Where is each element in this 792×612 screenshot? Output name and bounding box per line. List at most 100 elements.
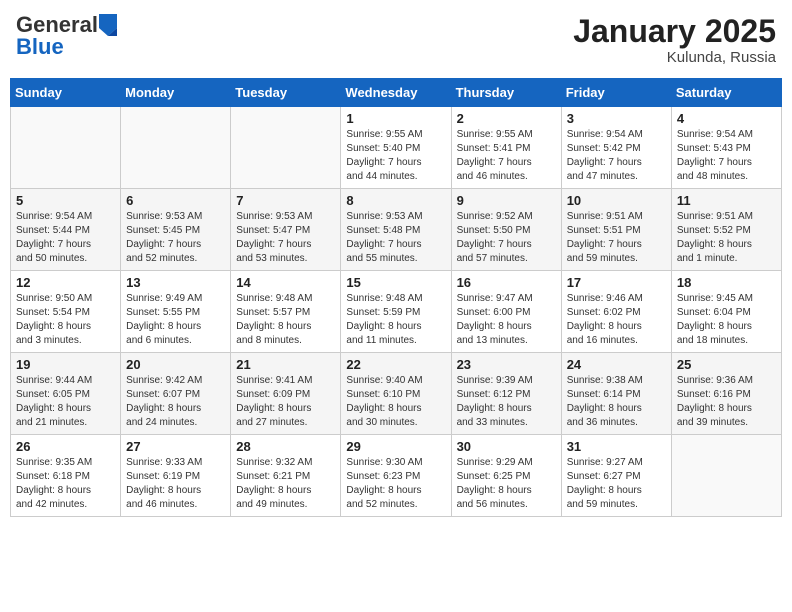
day-info: Sunrise: 9:54 AM Sunset: 5:43 PM Dayligh… <box>677 128 776 184</box>
logo-icon <box>99 14 117 36</box>
calendar-day-cell: 1 Sunrise: 9:55 AM Sunset: 5:40 PM Daylig… <box>341 107 451 189</box>
day-number: 12 <box>16 275 115 290</box>
calendar-day-cell: 8 Sunrise: 9:53 AM Sunset: 5:48 PM Daylig… <box>341 189 451 271</box>
day-info: Sunrise: 9:48 AM Sunset: 5:59 PM Dayligh… <box>346 292 445 348</box>
calendar-day-cell: 4 Sunrise: 9:54 AM Sunset: 5:43 PM Daylig… <box>671 107 781 189</box>
day-number: 15 <box>346 275 445 290</box>
day-number: 2 <box>457 111 556 126</box>
day-number: 13 <box>126 275 225 290</box>
calendar-day-cell: 6Sunrise: 9:53 AM Sunset: 5:45 PM Daylig… <box>121 189 231 271</box>
calendar-day-cell: 23Sunrise: 9:39 AM Sunset: 6:12 PM Dayli… <box>451 353 561 435</box>
calendar-day-cell: 24 Sunrise: 9:38 AM Sunset: 6:14 PM Dayli… <box>561 353 671 435</box>
day-number: 3 <box>567 111 666 126</box>
day-info: Sunrise: 9:53 AM Sunset: 5:48 PM Dayligh… <box>346 210 445 266</box>
calendar-day-cell: 29Sunrise: 9:30 AM Sunset: 6:23 PM Dayli… <box>341 435 451 517</box>
calendar-day-cell: 22Sunrise: 9:40 AM Sunset: 6:10 PM Dayli… <box>341 353 451 435</box>
day-number: 20 <box>126 357 225 372</box>
day-number: 26 <box>16 439 115 454</box>
day-number: 9 <box>457 193 556 208</box>
calendar-day-cell: 31 Sunrise: 9:27 AM Sunset: 6:27 PM Dayli… <box>561 435 671 517</box>
calendar-day-cell: 19 Sunrise: 9:44 AM Sunset: 6:05 PM Dayli… <box>11 353 121 435</box>
day-number: 14 <box>236 275 335 290</box>
calendar-day-cell: 17Sunrise: 9:46 AM Sunset: 6:02 PM Dayli… <box>561 271 671 353</box>
calendar-table: SundayMondayTuesdayWednesdayThursdayFrid… <box>10 78 782 517</box>
calendar-day-cell: 20 Sunrise: 9:42 AM Sunset: 6:07 PM Dayli… <box>121 353 231 435</box>
calendar-week-row: 12 Sunrise: 9:50 AM Sunset: 5:54 PM Dayli… <box>11 271 782 353</box>
day-number: 19 <box>16 357 115 372</box>
calendar-day-cell: 25 Sunrise: 9:36 AM Sunset: 6:16 PM Dayli… <box>671 353 781 435</box>
calendar-day-cell: 2Sunrise: 9:55 AM Sunset: 5:41 PM Daylig… <box>451 107 561 189</box>
day-info: Sunrise: 9:48 AM Sunset: 5:57 PM Dayligh… <box>236 292 335 348</box>
calendar-day-cell: 14 Sunrise: 9:48 AM Sunset: 5:57 PM Dayli… <box>231 271 341 353</box>
weekday-header-sunday: Sunday <box>11 79 121 107</box>
day-info: Sunrise: 9:52 AM Sunset: 5:50 PM Dayligh… <box>457 210 556 266</box>
day-info: Sunrise: 9:51 AM Sunset: 5:51 PM Dayligh… <box>567 210 666 266</box>
month-title: January 2025 <box>573 14 776 49</box>
weekday-header-monday: Monday <box>121 79 231 107</box>
weekday-header-saturday: Saturday <box>671 79 781 107</box>
day-info: Sunrise: 9:55 AM Sunset: 5:40 PM Dayligh… <box>346 128 445 184</box>
page-header: General Blue January 2025 Kulunda, Russi… <box>10 10 782 70</box>
calendar-day-cell: 30Sunrise: 9:29 AM Sunset: 6:25 PM Dayli… <box>451 435 561 517</box>
calendar-day-cell: 18 Sunrise: 9:45 AM Sunset: 6:04 PM Dayli… <box>671 271 781 353</box>
day-info: Sunrise: 9:35 AM Sunset: 6:18 PM Dayligh… <box>16 456 115 512</box>
calendar-day-cell: 5 Sunrise: 9:54 AM Sunset: 5:44 PM Daylig… <box>11 189 121 271</box>
calendar-day-cell: 9 Sunrise: 9:52 AM Sunset: 5:50 PM Daylig… <box>451 189 561 271</box>
calendar-day-cell: 12 Sunrise: 9:50 AM Sunset: 5:54 PM Dayli… <box>11 271 121 353</box>
calendar-day-cell: 13 Sunrise: 9:49 AM Sunset: 5:55 PM Dayli… <box>121 271 231 353</box>
weekday-header-row: SundayMondayTuesdayWednesdayThursdayFrid… <box>11 79 782 107</box>
weekday-header-friday: Friday <box>561 79 671 107</box>
calendar-week-row: 1 Sunrise: 9:55 AM Sunset: 5:40 PM Daylig… <box>11 107 782 189</box>
day-number: 17 <box>567 275 666 290</box>
calendar-day-cell <box>231 107 341 189</box>
calendar-day-cell: 7Sunrise: 9:53 AM Sunset: 5:47 PM Daylig… <box>231 189 341 271</box>
day-info: Sunrise: 9:54 AM Sunset: 5:44 PM Dayligh… <box>16 210 115 266</box>
calendar-day-cell <box>11 107 121 189</box>
day-number: 25 <box>677 357 776 372</box>
weekday-header-tuesday: Tuesday <box>231 79 341 107</box>
day-number: 24 <box>567 357 666 372</box>
day-info: Sunrise: 9:32 AM Sunset: 6:21 PM Dayligh… <box>236 456 335 512</box>
day-info: Sunrise: 9:33 AM Sunset: 6:19 PM Dayligh… <box>126 456 225 512</box>
day-number: 5 <box>16 193 115 208</box>
calendar-day-cell: 15 Sunrise: 9:48 AM Sunset: 5:59 PM Dayli… <box>341 271 451 353</box>
calendar-day-cell <box>671 435 781 517</box>
calendar-day-cell: 3Sunrise: 9:54 AM Sunset: 5:42 PM Daylig… <box>561 107 671 189</box>
calendar-day-cell: 26 Sunrise: 9:35 AM Sunset: 6:18 PM Dayli… <box>11 435 121 517</box>
day-info: Sunrise: 9:47 AM Sunset: 6:00 PM Dayligh… <box>457 292 556 348</box>
weekday-header-thursday: Thursday <box>451 79 561 107</box>
calendar-day-cell: 21Sunrise: 9:41 AM Sunset: 6:09 PM Dayli… <box>231 353 341 435</box>
calendar-day-cell: 27 Sunrise: 9:33 AM Sunset: 6:19 PM Dayli… <box>121 435 231 517</box>
day-number: 27 <box>126 439 225 454</box>
calendar-week-row: 19 Sunrise: 9:44 AM Sunset: 6:05 PM Dayli… <box>11 353 782 435</box>
day-info: Sunrise: 9:49 AM Sunset: 5:55 PM Dayligh… <box>126 292 225 348</box>
day-number: 4 <box>677 111 776 126</box>
day-number: 11 <box>677 193 776 208</box>
day-number: 21 <box>236 357 335 372</box>
day-number: 10 <box>567 193 666 208</box>
day-number: 18 <box>677 275 776 290</box>
day-number: 8 <box>346 193 445 208</box>
day-info: Sunrise: 9:44 AM Sunset: 6:05 PM Dayligh… <box>16 374 115 430</box>
day-number: 7 <box>236 193 335 208</box>
day-number: 1 <box>346 111 445 126</box>
day-info: Sunrise: 9:38 AM Sunset: 6:14 PM Dayligh… <box>567 374 666 430</box>
day-info: Sunrise: 9:50 AM Sunset: 5:54 PM Dayligh… <box>16 292 115 348</box>
day-number: 29 <box>346 439 445 454</box>
weekday-header-wednesday: Wednesday <box>341 79 451 107</box>
calendar-week-row: 5 Sunrise: 9:54 AM Sunset: 5:44 PM Daylig… <box>11 189 782 271</box>
day-number: 31 <box>567 439 666 454</box>
logo: General Blue <box>16 14 117 59</box>
day-info: Sunrise: 9:36 AM Sunset: 6:16 PM Dayligh… <box>677 374 776 430</box>
day-info: Sunrise: 9:27 AM Sunset: 6:27 PM Dayligh… <box>567 456 666 512</box>
day-info: Sunrise: 9:53 AM Sunset: 5:45 PM Dayligh… <box>126 210 225 266</box>
day-info: Sunrise: 9:51 AM Sunset: 5:52 PM Dayligh… <box>677 210 776 266</box>
day-info: Sunrise: 9:29 AM Sunset: 6:25 PM Dayligh… <box>457 456 556 512</box>
day-info: Sunrise: 9:39 AM Sunset: 6:12 PM Dayligh… <box>457 374 556 430</box>
day-number: 16 <box>457 275 556 290</box>
day-info: Sunrise: 9:42 AM Sunset: 6:07 PM Dayligh… <box>126 374 225 430</box>
calendar-day-cell: 10 Sunrise: 9:51 AM Sunset: 5:51 PM Dayli… <box>561 189 671 271</box>
day-info: Sunrise: 9:45 AM Sunset: 6:04 PM Dayligh… <box>677 292 776 348</box>
day-info: Sunrise: 9:40 AM Sunset: 6:10 PM Dayligh… <box>346 374 445 430</box>
logo-blue-text: Blue <box>16 34 64 59</box>
